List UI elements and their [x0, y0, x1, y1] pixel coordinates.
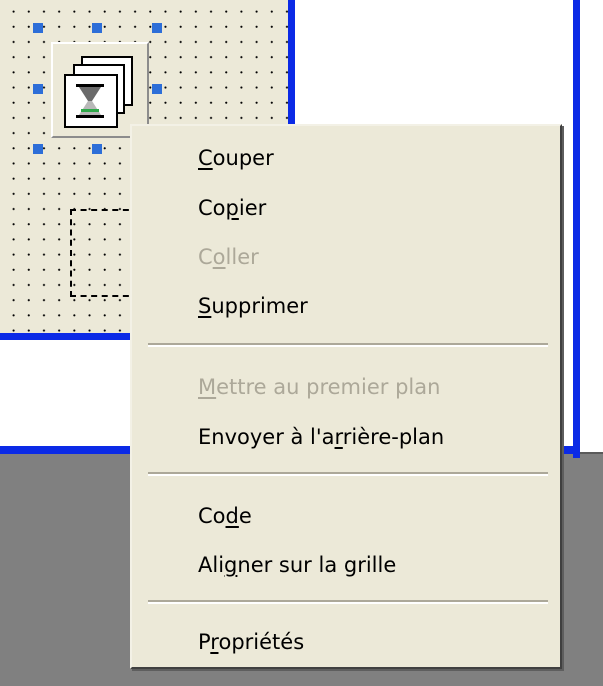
menu-item-copier[interactable]: Copier — [132, 186, 560, 230]
selection-handle-bottom-left[interactable] — [33, 144, 43, 154]
menu-item-envoyer-arriere-plan[interactable]: Envoyer à l'arrière-plan — [132, 415, 560, 459]
menu-separator — [148, 472, 548, 476]
selection-handle-top[interactable] — [92, 23, 102, 33]
menu-separator — [148, 343, 548, 347]
menu-item-label: Code — [198, 504, 252, 528]
menu-item-label: Copier — [198, 196, 267, 220]
selection-handle-left[interactable] — [33, 84, 43, 94]
menu-item-label: Couper — [198, 146, 274, 170]
menu-item-supprimer[interactable]: Supprimer — [132, 284, 560, 328]
stacked-frames-hourglass-icon — [64, 74, 118, 128]
menu-item-mettre-au-premier-plan[interactable]: Mettre au premier plan — [132, 365, 560, 409]
selection-handle-top-right[interactable] — [152, 23, 162, 33]
menu-item-label: Envoyer à l'arrière-plan — [198, 425, 445, 449]
selection-handle-right[interactable] — [152, 84, 162, 94]
menu-item-aligner-sur-la-grille[interactable]: Aligner sur la grille — [132, 543, 560, 587]
form-frame-right-border — [573, 0, 580, 458]
selection-handle-bottom[interactable] — [92, 144, 102, 154]
menu-item-label: Supprimer — [198, 294, 308, 318]
menu-item-label: Aligner sur la grille — [198, 553, 397, 577]
menu-item-label: Mettre au premier plan — [198, 375, 441, 399]
menu-item-label: Coller — [198, 245, 259, 269]
menu-item-code[interactable]: Code — [132, 494, 560, 538]
menu-separator — [148, 600, 548, 604]
menu-item-coller[interactable]: Coller — [132, 235, 560, 279]
context-menu: Couper Copier Coller Supprimer Mettre au… — [130, 124, 562, 669]
selection-handle-top-left[interactable] — [33, 23, 43, 33]
menu-item-proprietes[interactable]: Propriétés — [132, 620, 560, 664]
menu-item-label: Propriétés — [198, 630, 305, 654]
menu-item-couper[interactable]: Couper — [132, 136, 560, 180]
